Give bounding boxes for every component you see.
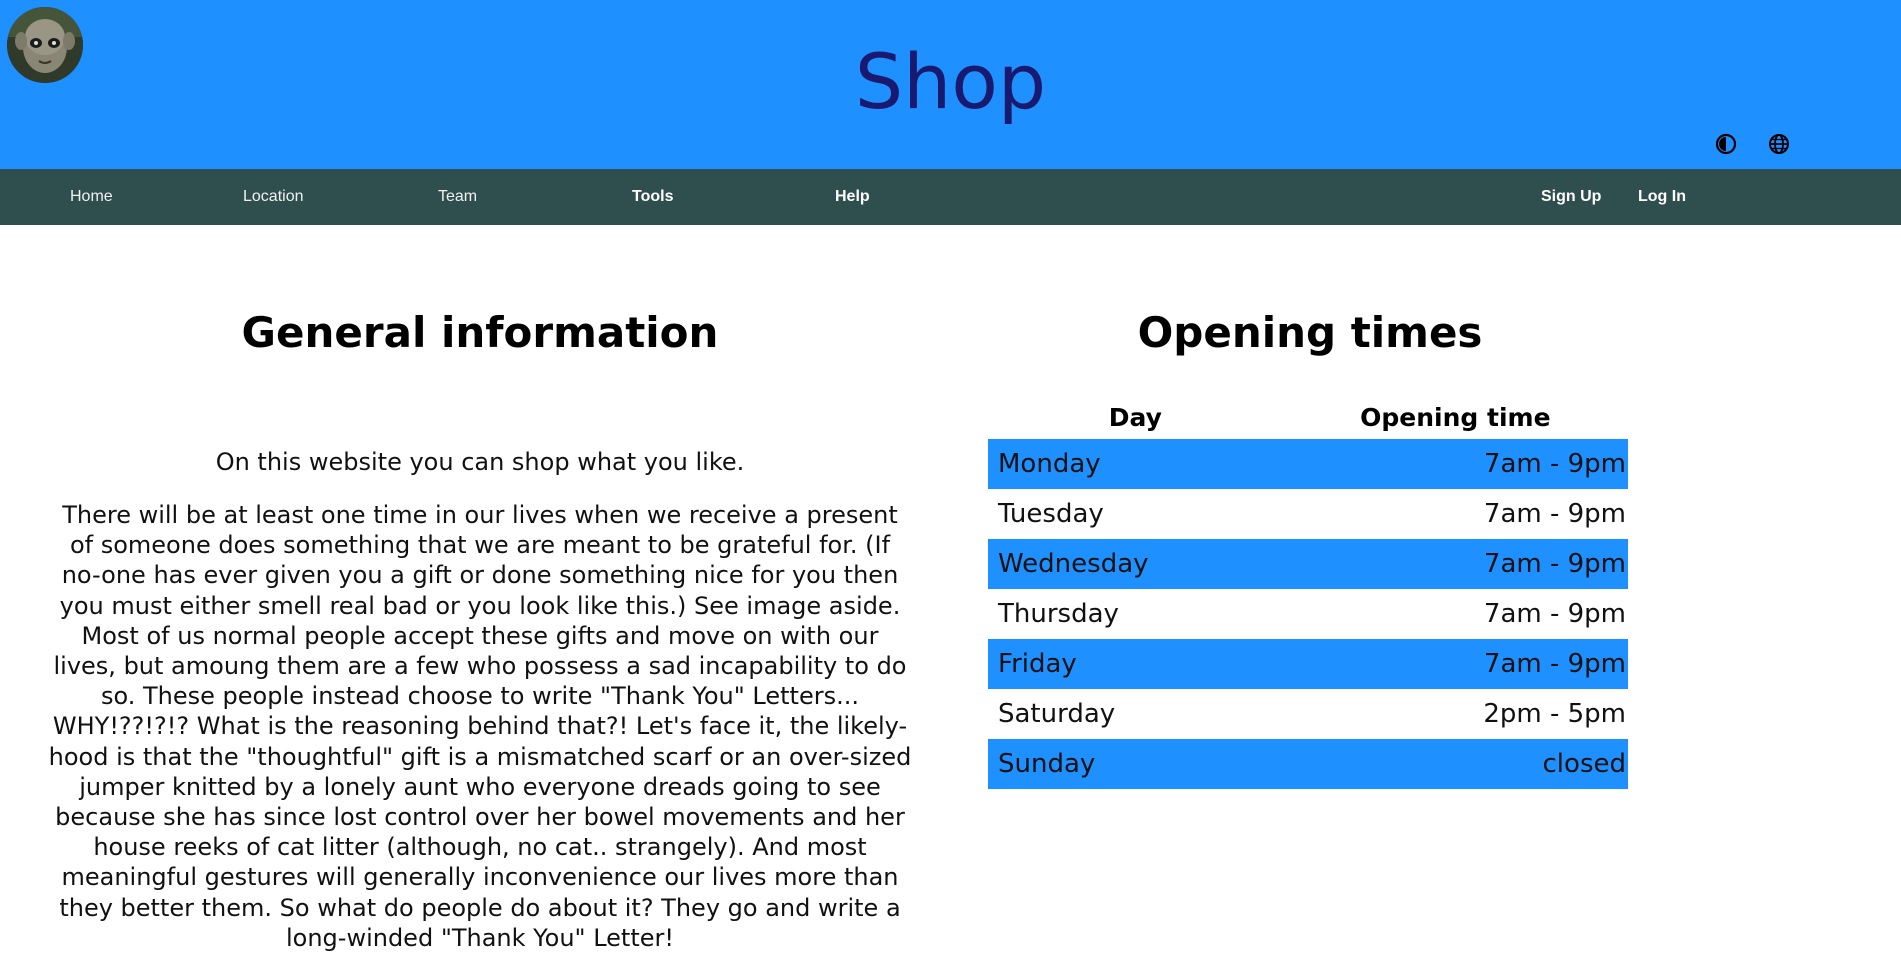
site-header: Shop — [0, 0, 1901, 169]
table-row: Sunday closed — [988, 739, 1628, 789]
nav-item-location[interactable]: Location — [243, 169, 304, 225]
sign-up-link[interactable]: Sign Up — [1541, 169, 1601, 225]
nav-item-home[interactable]: Home — [70, 169, 113, 225]
nav-item-team[interactable]: Team — [438, 169, 477, 225]
table-row: Wednesday 7am - 9pm — [988, 539, 1628, 589]
time-cell: 7am - 9pm — [1483, 599, 1626, 629]
opening-times-table: Day Opening time Monday 7am - 9pm Tuesda… — [988, 395, 1628, 789]
day-cell: Friday — [988, 639, 1283, 689]
time-cell: 7am - 9pm — [1483, 499, 1626, 529]
day-cell: Sunday — [988, 739, 1283, 789]
day-cell: Tuesday — [998, 499, 1104, 529]
contrast-icon[interactable] — [1713, 131, 1739, 157]
table-row: Monday 7am - 9pm — [988, 439, 1628, 489]
table-row: Thursday 7am - 9pm — [988, 589, 1628, 639]
day-cell: Wednesday — [988, 539, 1283, 589]
page-title: Shop — [854, 37, 1047, 126]
log-in-link[interactable]: Log In — [1638, 169, 1686, 225]
general-info-heading: General information — [241, 308, 719, 357]
globe-icon[interactable] — [1766, 131, 1792, 157]
day-cell: Thursday — [998, 599, 1119, 629]
day-cell: Saturday — [998, 699, 1116, 729]
time-column-header: Opening time — [1360, 402, 1551, 432]
time-cell: closed — [1282, 739, 1628, 789]
intro-text: On this website you can shop what you li… — [215, 448, 745, 476]
main-navbar: Home Location Team Tools Help Sign Up Lo… — [0, 169, 1901, 225]
day-cell: Monday — [988, 439, 1283, 489]
table-row: Friday 7am - 9pm — [988, 639, 1628, 689]
time-cell: 7am - 9pm — [1282, 439, 1628, 489]
body-text: There will be at least one time in our l… — [48, 501, 912, 952]
time-cell: 7am - 9pm — [1282, 539, 1628, 589]
time-cell: 7am - 9pm — [1282, 639, 1628, 689]
time-cell: 2pm - 5pm — [1483, 699, 1626, 729]
day-column-header: Day — [1108, 402, 1162, 432]
nav-item-help[interactable]: Help — [835, 169, 870, 225]
opening-times-heading: Opening times — [1137, 308, 1483, 357]
table-row: Tuesday 7am - 9pm — [988, 489, 1628, 539]
table-row: Saturday 2pm - 5pm — [988, 689, 1628, 739]
nav-item-tools[interactable]: Tools — [632, 169, 673, 225]
table-header-row: Day Opening time — [988, 395, 1628, 439]
